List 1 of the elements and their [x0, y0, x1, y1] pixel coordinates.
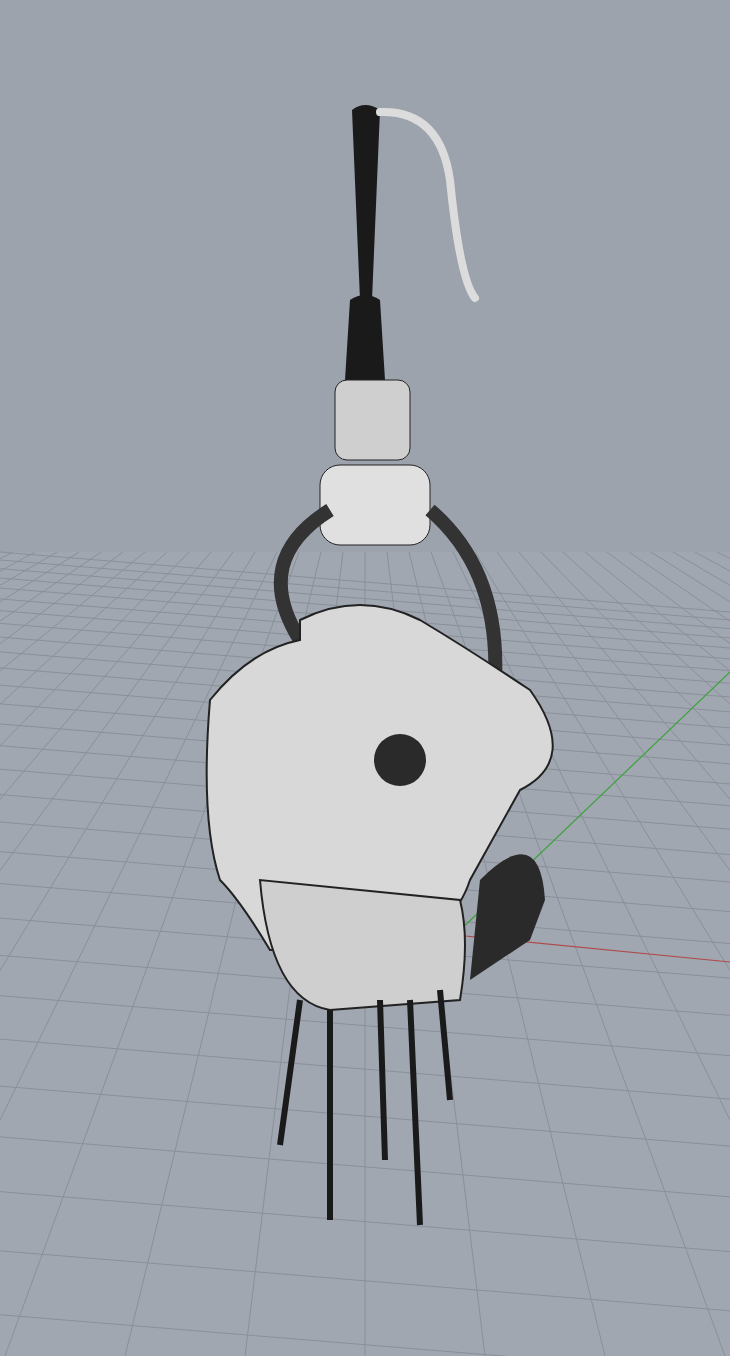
3d-viewport[interactable] [0, 0, 730, 1356]
